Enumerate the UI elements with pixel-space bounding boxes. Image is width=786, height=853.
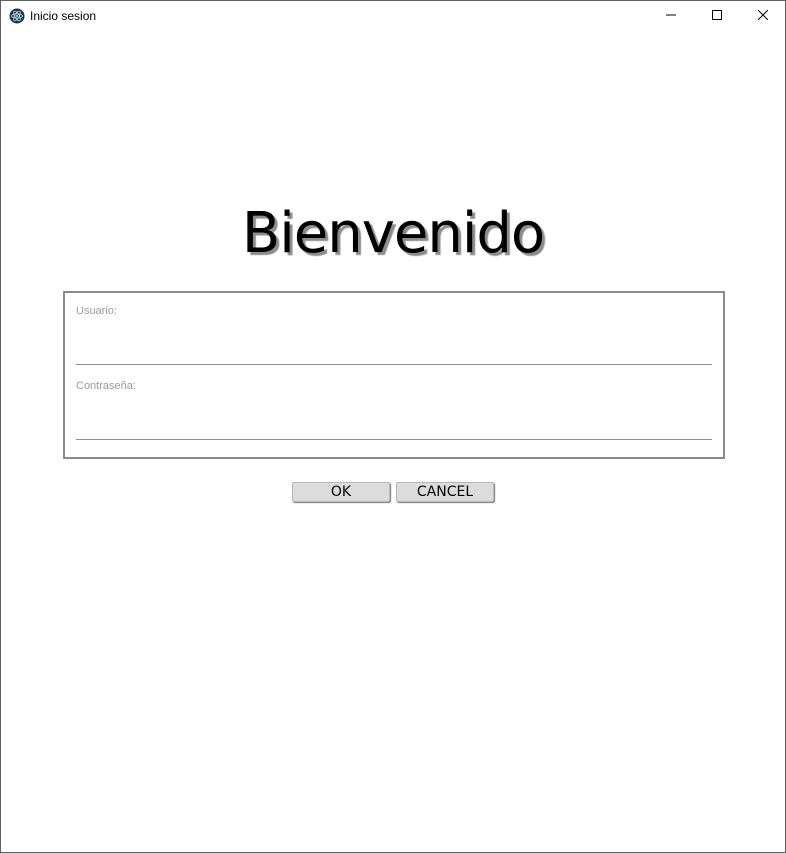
welcome-heading: Bienvenido (241, 201, 545, 266)
close-button[interactable] (740, 1, 786, 31)
username-input[interactable] (76, 340, 712, 365)
username-label: Usuario: (76, 305, 117, 317)
minimize-button[interactable] (648, 1, 694, 31)
maximize-icon (712, 7, 722, 25)
login-window: Inicio sesion Bienvenido Usuario: Contra… (0, 0, 786, 853)
app-icon (9, 8, 25, 24)
maximize-button[interactable] (694, 1, 740, 31)
password-input[interactable] (76, 415, 712, 440)
ok-button[interactable]: OK (292, 482, 390, 502)
title-bar[interactable]: Inicio sesion (1, 1, 785, 31)
cancel-button[interactable]: CANCEL (396, 482, 494, 502)
window-title: Inicio sesion (30, 9, 97, 23)
password-label: Contraseña: (76, 380, 136, 392)
close-icon (757, 7, 769, 25)
minimize-icon (666, 7, 676, 25)
login-form: Usuario: Contraseña: (63, 291, 725, 459)
